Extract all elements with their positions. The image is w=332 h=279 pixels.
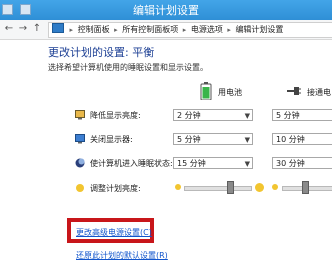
- sleep-plugged-value: 30 分钟: [276, 159, 305, 168]
- sun-dim-icon: [175, 184, 181, 190]
- turn-off-display-plugged-value: 10 分钟: [276, 135, 305, 144]
- sleep-plugged-select[interactable]: 30 分钟: [272, 157, 332, 169]
- title-bar: 编辑计划设置: [0, 0, 332, 20]
- battery-icon: [200, 82, 212, 100]
- brightness-plugged-thumb[interactable]: [302, 181, 309, 194]
- turn-off-display-label: 关闭显示器:: [90, 135, 133, 144]
- dim-display-label: 降低显示亮度:: [90, 111, 141, 120]
- dim-display-plugged-select[interactable]: 5 分钟: [272, 109, 332, 121]
- window-title: 编辑计划设置: [133, 4, 199, 17]
- brightness-battery-thumb[interactable]: [227, 181, 235, 194]
- restore-defaults-link[interactable]: 还原此计划的默认设置(R): [76, 250, 168, 261]
- breadcrumb-separator-icon: ▸: [182, 26, 187, 34]
- dim-display-plugged-value: 5 分钟: [276, 111, 300, 120]
- dim-display-battery-value: 2 分钟: [177, 111, 201, 120]
- address-bar: ← → ↑ ▸ 控制面板 ▸ 所有控制面板项 ▸ 电源选项 ▸ 编辑计划设置: [0, 20, 332, 40]
- sleep-label: 使计算机进入睡眠状态:: [90, 159, 173, 168]
- turn-off-display-plugged-select[interactable]: 10 分钟: [272, 133, 332, 145]
- breadcrumb-control-panel[interactable]: 控制面板: [78, 25, 110, 34]
- back-arrow-icon[interactable]: ←: [3, 22, 15, 35]
- chevron-down-icon: ▼: [244, 112, 250, 120]
- moon-icon: [75, 158, 85, 168]
- breadcrumb-separator-icon: ▸: [69, 26, 74, 34]
- breadcrumb-power-options[interactable]: 电源选项: [191, 25, 223, 34]
- brightness-label: 调整计划亮度:: [90, 184, 141, 193]
- advanced-power-settings-link[interactable]: 更改高级电源设置(C): [76, 227, 152, 238]
- forward-arrow-icon[interactable]: →: [17, 22, 29, 35]
- turn-off-display-battery-value: 5 分钟: [177, 135, 201, 144]
- turn-off-display-battery-select[interactable]: 5 分钟 ▼: [173, 133, 253, 145]
- breadcrumb-all-items[interactable]: 所有控制面板项: [122, 25, 178, 34]
- page-subtitle: 选择希望计算机使用的睡眠设置和显示设置。: [48, 63, 208, 72]
- chevron-down-icon: ▼: [244, 160, 250, 168]
- control-panel-icon: [52, 23, 64, 33]
- monitor-dim-icon: [75, 110, 85, 120]
- power-plug-icon: [287, 87, 301, 95]
- sleep-battery-value: 15 分钟: [177, 159, 206, 168]
- breadcrumb-separator-icon: ▸: [227, 26, 231, 34]
- up-arrow-icon[interactable]: ↑: [31, 22, 43, 35]
- sleep-battery-select[interactable]: 15 分钟 ▼: [173, 157, 253, 169]
- column-header-battery: 用电池: [218, 88, 242, 97]
- breadcrumb-separator-icon: ▸: [114, 26, 118, 34]
- address-box[interactable]: ▸ 控制面板 ▸ 所有控制面板项 ▸ 电源选项 ▸ 编辑计划设置: [48, 22, 332, 38]
- brightness-battery-slider[interactable]: [184, 186, 252, 191]
- page-title: 更改计划的设置: 平衡: [48, 46, 155, 59]
- sun-icon: [76, 184, 84, 192]
- sun-dim-icon: [272, 184, 278, 190]
- breadcrumb-edit-plan[interactable]: 编辑计划设置: [235, 25, 283, 34]
- column-header-plugged: 接通电: [307, 88, 331, 97]
- monitor-icon: [75, 134, 85, 144]
- dim-display-battery-select[interactable]: 2 分钟 ▼: [173, 109, 253, 121]
- sun-bright-icon: [255, 183, 264, 192]
- chevron-down-icon: ▼: [244, 136, 250, 144]
